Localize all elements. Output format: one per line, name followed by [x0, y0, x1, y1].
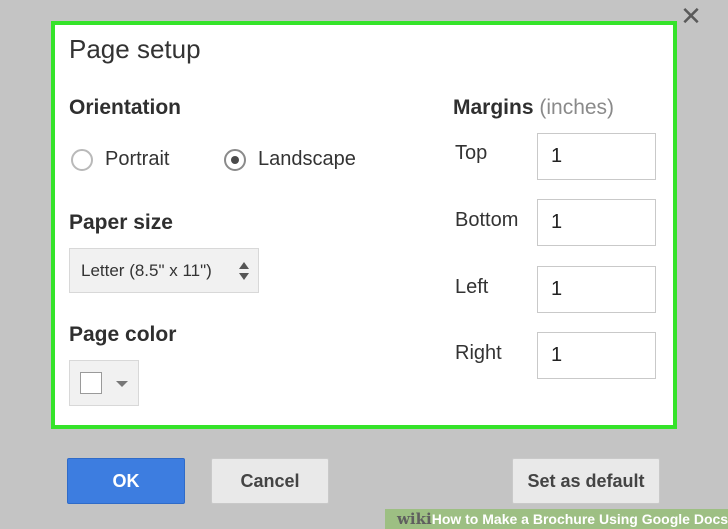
watermark-title: How to Make a Brochure Using Google Docs: [431, 511, 728, 527]
bottom-margin-label: Bottom: [455, 209, 519, 231]
radio-landscape[interactable]: Landscape: [224, 148, 356, 171]
page-color-heading: Page color: [69, 323, 177, 346]
portrait-label: Portrait: [105, 148, 170, 170]
cancel-button[interactable]: Cancel: [211, 458, 329, 504]
radio-portrait[interactable]: Portrait: [71, 148, 169, 171]
radio-selected-dot: [231, 155, 239, 164]
wiki-logo: wiki: [397, 510, 432, 528]
orientation-heading: Orientation: [69, 96, 182, 119]
ok-button[interactable]: OK: [67, 458, 185, 504]
landscape-label: Landscape: [258, 148, 356, 170]
dialog-title: Page setup: [69, 34, 201, 64]
left-margin-label: Left: [455, 276, 489, 298]
page-setup-panel: Page setup Orientation Portrait Landscap…: [51, 21, 677, 429]
paper-size-select[interactable]: Letter (8.5" x 11"): [69, 248, 259, 293]
bottom-margin-input[interactable]: [537, 199, 656, 246]
top-margin-label: Top: [455, 142, 488, 164]
close-icon[interactable]: ✕: [676, 2, 706, 32]
right-margin-label: Right: [455, 342, 502, 364]
margins-unit: (inches): [539, 96, 615, 119]
watermark-banner: wikiHow to Make a Brochure Using Google …: [385, 509, 728, 529]
margins-label: Margins: [453, 96, 534, 119]
radio-button-landscape[interactable]: [224, 148, 246, 171]
right-margin-input[interactable]: [537, 332, 656, 379]
up-down-arrows-icon: [239, 262, 249, 280]
paper-size-value: Letter (8.5" x 11"): [81, 260, 212, 280]
top-margin-input[interactable]: [537, 133, 656, 180]
page-color-picker[interactable]: [69, 360, 139, 406]
radio-button-portrait[interactable]: [71, 148, 93, 171]
left-margin-input[interactable]: [537, 266, 656, 313]
color-swatch: [80, 372, 102, 394]
paper-size-heading: Paper size: [69, 211, 173, 234]
chevron-down-icon: [116, 381, 128, 387]
set-as-default-button[interactable]: Set as default: [512, 458, 660, 504]
margins-heading: Margins (inches): [453, 96, 614, 120]
